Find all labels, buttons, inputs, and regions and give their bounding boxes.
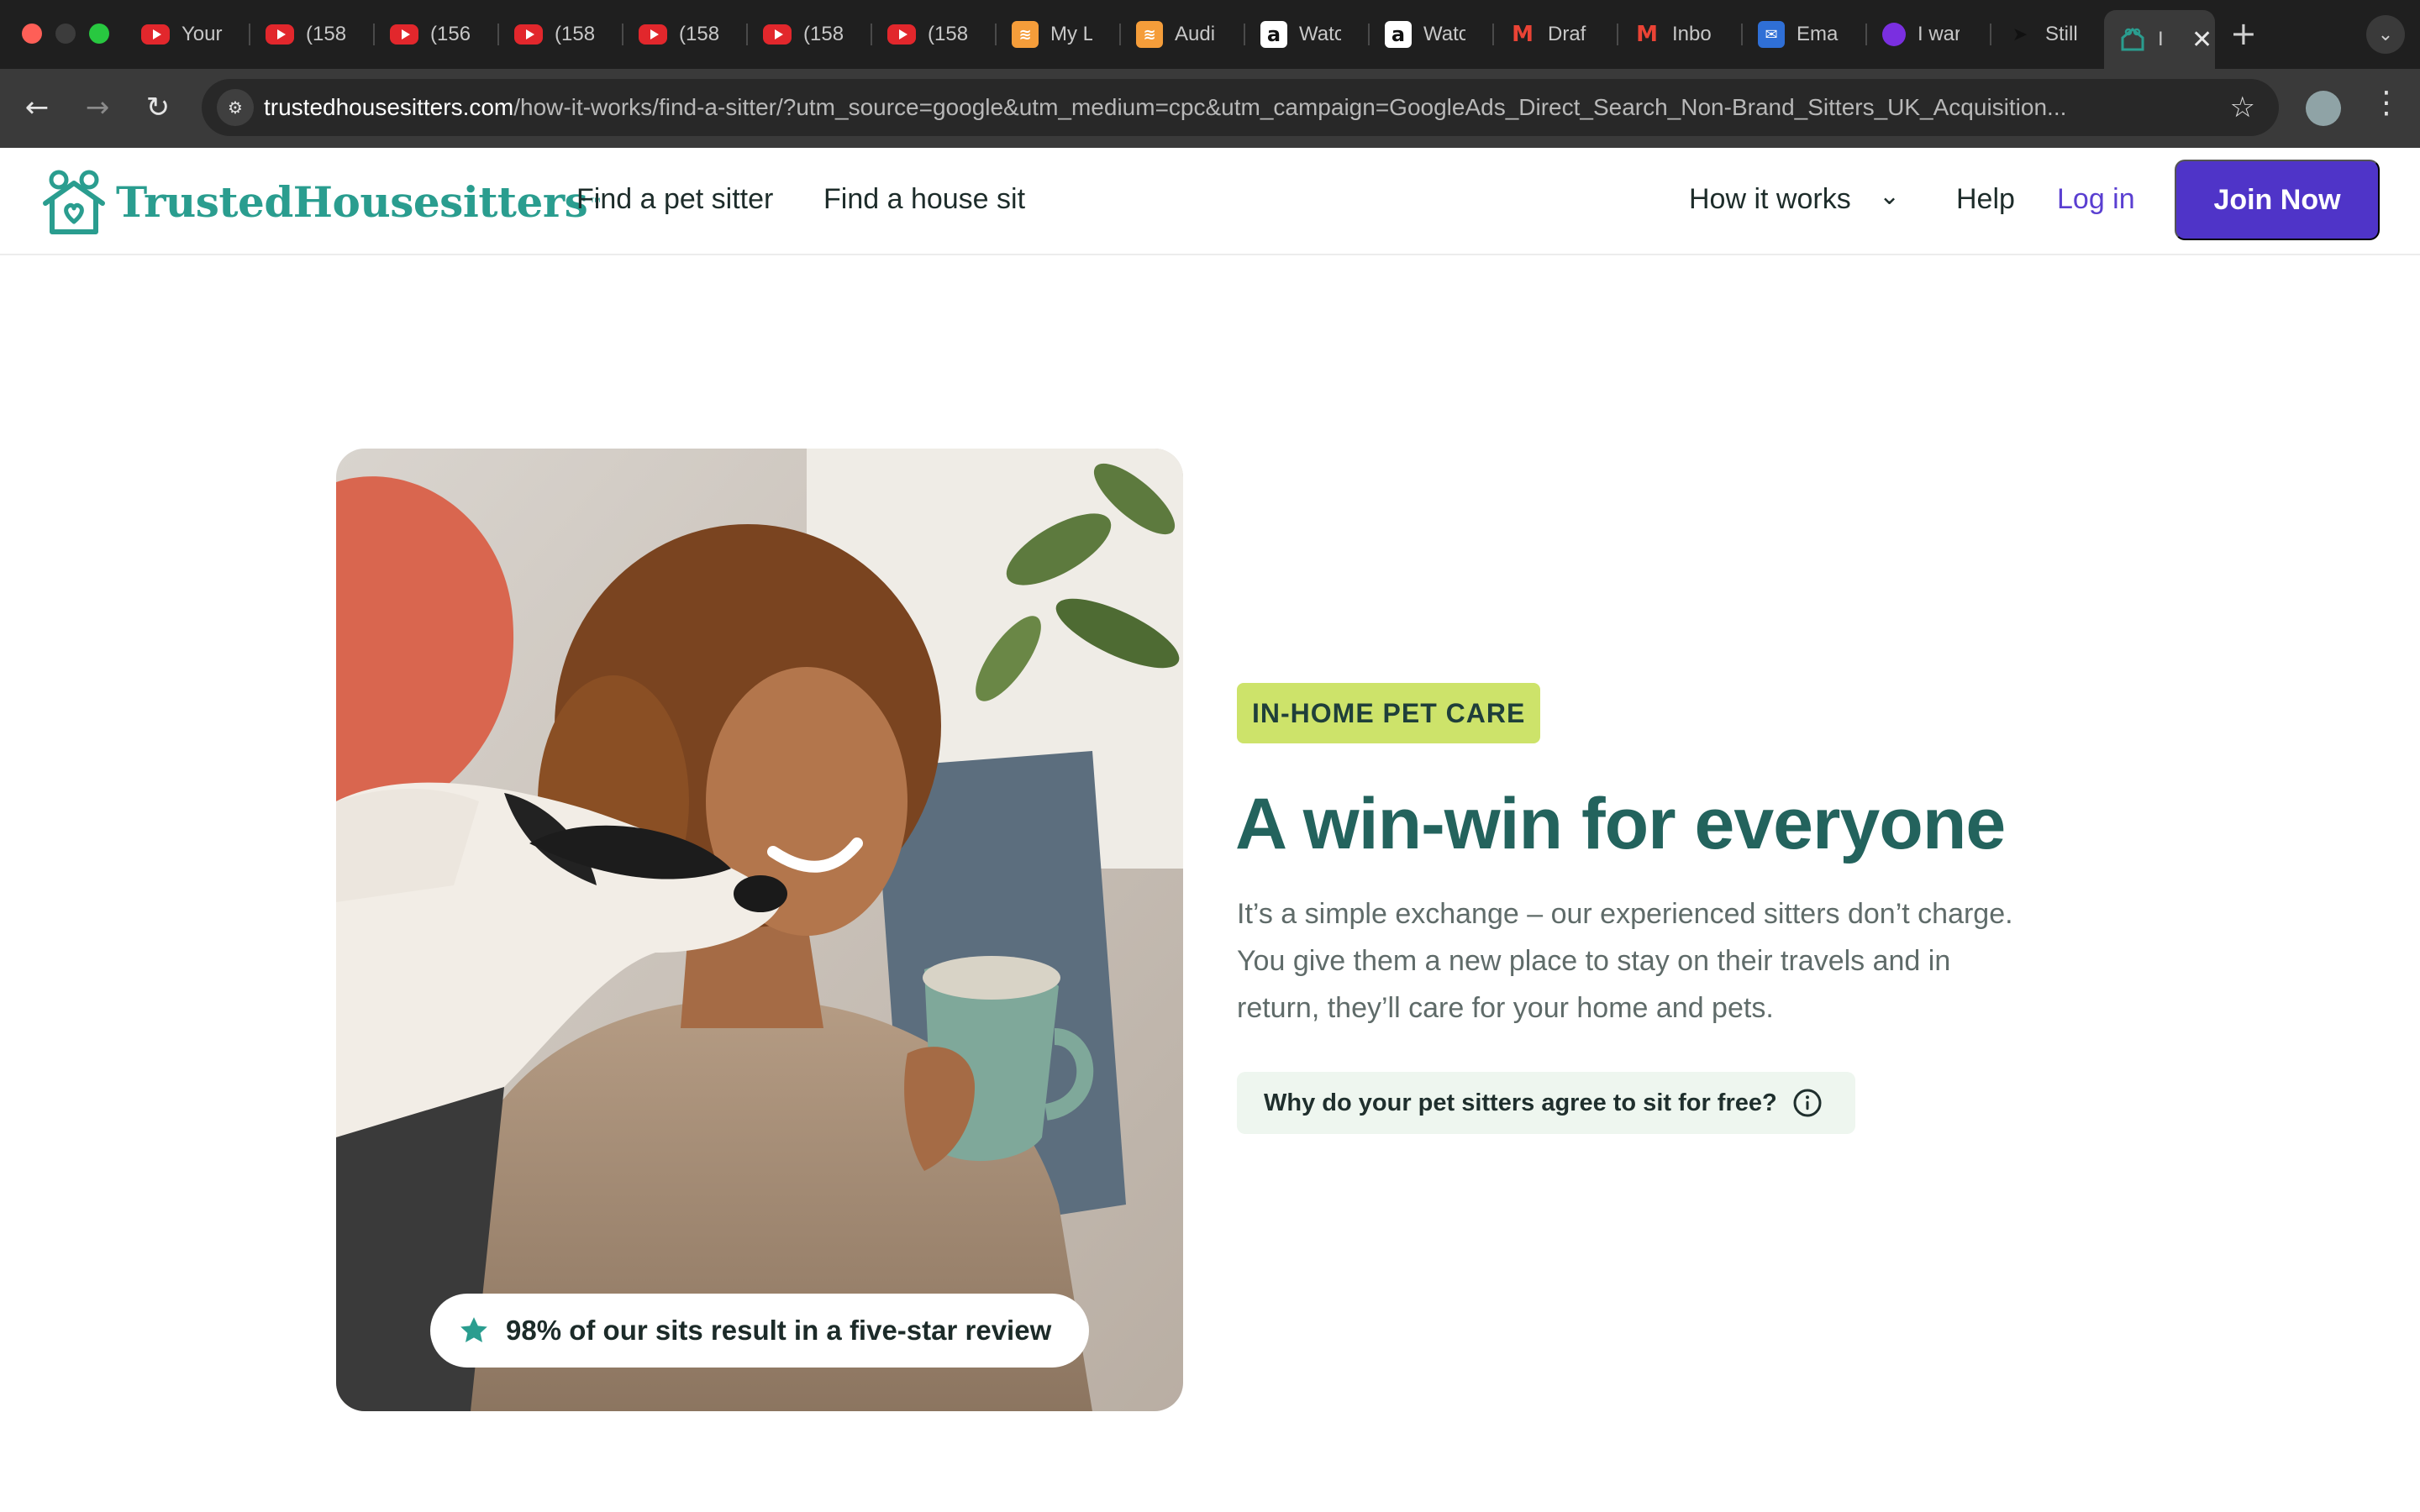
url-path: /how-it-works/find-a-sitter/?utm_source=… bbox=[513, 94, 2067, 120]
site-header: TrustedHousesitters ™ Find a pet sitter F… bbox=[0, 148, 2420, 255]
browser-tab[interactable]: (158 bbox=[872, 12, 997, 57]
youtube-icon bbox=[887, 24, 916, 45]
youtube-icon bbox=[141, 24, 170, 45]
browser-tab[interactable]: (158 bbox=[748, 12, 872, 57]
outlook-icon: ✉ bbox=[1758, 21, 1785, 48]
circle-icon bbox=[1882, 23, 1906, 46]
url-host: trustedhousesitters.com bbox=[264, 94, 514, 120]
tab-title: I war bbox=[1918, 23, 1960, 45]
browser-tab[interactable]: I war bbox=[1867, 12, 1991, 57]
browser-tab-bar: Your (158 (156 (158 (158 (158 (158 ≋ My … bbox=[0, 0, 2420, 69]
maximize-window-button[interactable] bbox=[89, 24, 109, 44]
faq-tooltip-chip[interactable]: Why do your pet sitters agree to sit for… bbox=[1237, 1072, 1855, 1134]
review-stat-pill: 98% of our sits result in a five-star re… bbox=[430, 1294, 1089, 1368]
browser-tab[interactable]: (158 bbox=[499, 12, 623, 57]
forward-button[interactable]: → bbox=[77, 87, 118, 128]
star-icon bbox=[460, 1317, 487, 1342]
youtube-icon bbox=[639, 24, 667, 45]
join-now-button[interactable]: Join Now bbox=[2175, 160, 2380, 240]
site-logo[interactable]: TrustedHousesitters ™ bbox=[40, 166, 601, 237]
profile-avatar[interactable] bbox=[2306, 91, 2341, 126]
browser-tab[interactable]: ≋ Audi bbox=[1121, 12, 1245, 57]
youtube-icon bbox=[514, 24, 543, 45]
review-stat-text: 98% of our sits result in a five-star re… bbox=[506, 1315, 1052, 1346]
audible-icon: ≋ bbox=[1012, 21, 1039, 48]
browser-tab[interactable]: (156 bbox=[375, 12, 499, 57]
url-text[interactable]: trustedhousesitters.com/how-it-works/fin… bbox=[264, 94, 2146, 121]
browser-tab[interactable]: Your bbox=[126, 12, 250, 57]
amazon-icon: a bbox=[1260, 21, 1287, 48]
browser-tab[interactable]: a Watc bbox=[1245, 12, 1370, 57]
info-icon[interactable] bbox=[1792, 1088, 1823, 1118]
youtube-icon bbox=[266, 24, 294, 45]
chevron-down-icon[interactable]: ⌄ bbox=[1879, 181, 1900, 211]
reload-button[interactable]: ↻ bbox=[138, 87, 178, 128]
tab-title: I bbox=[2158, 28, 2164, 50]
hero-description-line: return, they’ll care for your home and p… bbox=[1237, 992, 1774, 1024]
browser-tab[interactable]: M Draf bbox=[1494, 12, 1618, 57]
nav-how-it-works[interactable]: How it works bbox=[1689, 183, 1851, 216]
close-window-button[interactable] bbox=[22, 24, 42, 44]
gmail-icon: M bbox=[1636, 22, 1658, 47]
tab-title: (158 bbox=[679, 23, 720, 45]
tab-title: Emai bbox=[1797, 23, 1839, 45]
nav-find-house-sit[interactable]: Find a house sit bbox=[823, 183, 1025, 216]
gmail-icon: M bbox=[1512, 22, 1534, 47]
tab-title: (156 bbox=[430, 23, 471, 45]
tab-title: Watc bbox=[1423, 23, 1465, 45]
hero-description-line: You give them a new place to stay on the… bbox=[1237, 945, 1951, 977]
tab-title: Audi bbox=[1175, 23, 1216, 45]
nav-login[interactable]: Log in bbox=[2057, 183, 2135, 216]
hero-headline: A win-win for everyone bbox=[1235, 784, 2006, 864]
tab-title: Your bbox=[182, 23, 223, 45]
logo-wordmark: TrustedHousesitters bbox=[116, 176, 588, 227]
tab-title: Draf bbox=[1548, 23, 1586, 45]
house-logo-icon bbox=[43, 170, 105, 234]
browser-tab[interactable]: (158 bbox=[250, 12, 375, 57]
close-tab-icon[interactable]: ✕ bbox=[2191, 25, 2212, 55]
tab-title: My L bbox=[1050, 23, 1092, 45]
browser-tab[interactable]: ➤ Still bbox=[1991, 12, 2104, 57]
tab-title: Watc bbox=[1299, 23, 1341, 45]
tab-title: (158 bbox=[555, 23, 596, 45]
site-info-icon[interactable]: ⚙ bbox=[217, 89, 254, 126]
address-bar[interactable]: ⚙ trustedhousesitters.com/how-it-works/f… bbox=[202, 79, 2279, 136]
bird-icon: ➤ bbox=[2012, 24, 2028, 45]
tab-title: Still bbox=[2045, 23, 2078, 45]
tab-title: (158 bbox=[306, 23, 347, 45]
browser-tab[interactable]: ≋ My L bbox=[997, 12, 1121, 57]
tab-search-button[interactable]: ⌄ bbox=[2366, 15, 2405, 54]
trustedhousesitters-icon bbox=[2119, 26, 2146, 53]
browser-tab[interactable]: M Inbo bbox=[1618, 12, 1743, 57]
hero-photo bbox=[336, 449, 1183, 1411]
browser-tab[interactable]: a Watc bbox=[1370, 12, 1494, 57]
browser-menu-icon[interactable]: ⋮ bbox=[2371, 86, 2402, 120]
youtube-icon bbox=[390, 24, 418, 45]
browser-tab[interactable]: ✉ Emai bbox=[1743, 12, 1867, 57]
back-button[interactable]: ← bbox=[17, 87, 57, 128]
bookmark-star-icon[interactable]: ☆ bbox=[2230, 91, 2255, 124]
audible-icon: ≋ bbox=[1136, 21, 1163, 48]
tab-title: Inbo bbox=[1672, 23, 1712, 45]
youtube-icon bbox=[763, 24, 792, 45]
category-badge: IN-HOME PET CARE bbox=[1237, 683, 1541, 743]
amazon-icon: a bbox=[1385, 21, 1412, 48]
hero-description: It’s a simple exchange – our experienced… bbox=[1237, 890, 2094, 1032]
browser-toolbar: ← → ↻ ⚙ trustedhousesitters.com/how-it-w… bbox=[0, 69, 2420, 148]
tab-title: (158 bbox=[928, 23, 969, 45]
browser-tab[interactable]: (158 bbox=[623, 12, 748, 57]
nav-find-pet-sitter[interactable]: Find a pet sitter bbox=[576, 183, 773, 216]
new-tab-button[interactable]: + bbox=[2230, 15, 2257, 52]
nav-help[interactable]: Help bbox=[1956, 183, 2015, 216]
tab-title: (158 bbox=[803, 23, 844, 45]
browser-tab-active[interactable]: I ✕ bbox=[2104, 10, 2215, 69]
hero-description-line: It’s a simple exchange – our experienced… bbox=[1237, 898, 2013, 930]
minimize-window-button[interactable] bbox=[55, 24, 76, 44]
faq-question-text: Why do your pet sitters agree to sit for… bbox=[1264, 1089, 1777, 1116]
